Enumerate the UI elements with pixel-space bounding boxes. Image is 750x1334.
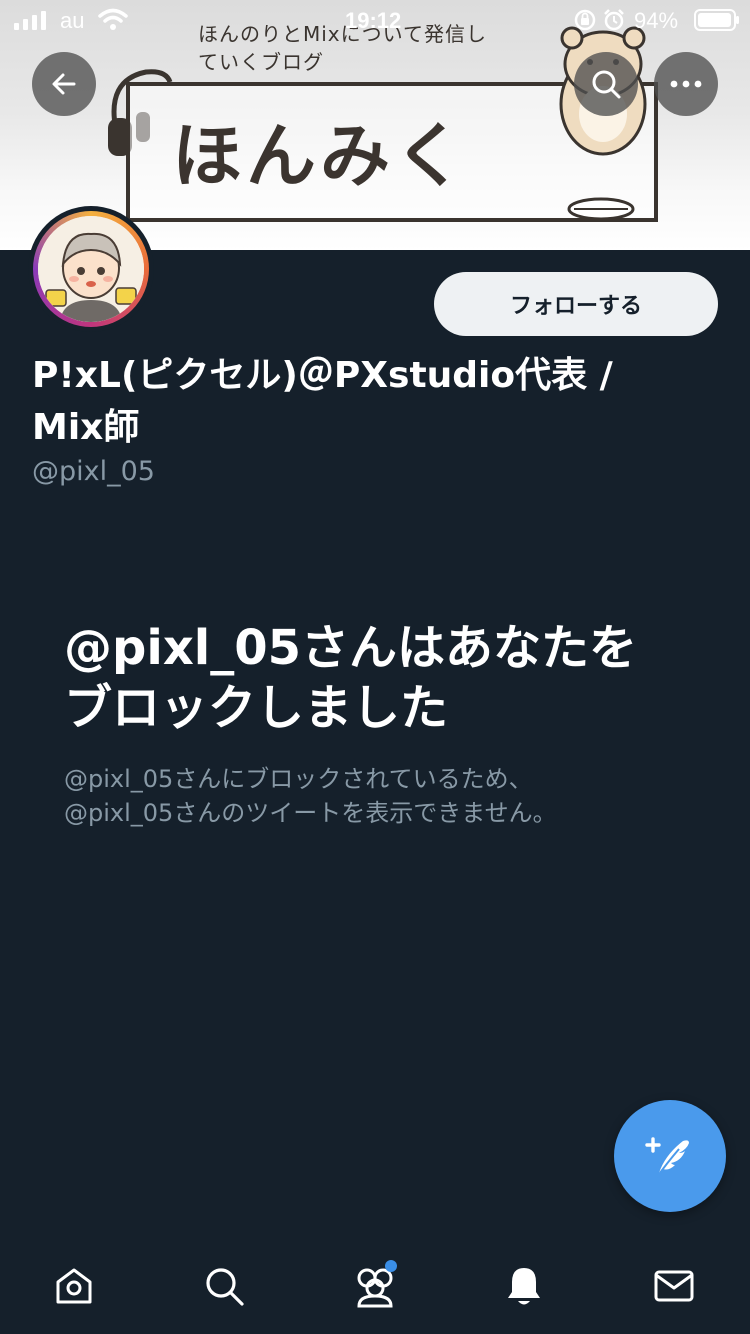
alarm-icon: [604, 9, 624, 31]
battery-icon: [694, 9, 739, 31]
tab-home[interactable]: [44, 1258, 104, 1314]
bottom-tab-bar: [0, 1236, 750, 1334]
tab-messages[interactable]: [644, 1258, 704, 1314]
compose-tweet-button[interactable]: [614, 1100, 726, 1212]
more-options-button[interactable]: [654, 52, 718, 116]
tab-notifications[interactable]: [494, 1258, 554, 1314]
blocked-title: @pixl_05さんはあなたをブロックしました: [64, 620, 638, 736]
orientation-lock-icon: [574, 9, 596, 31]
back-button[interactable]: [32, 52, 96, 116]
pillow-illustration: [567, 197, 635, 221]
blocked-description: @pixl_05さんにブロックされているため、 @pixl_05さんのツイートを…: [64, 762, 684, 830]
battery-percent: 94%: [634, 8, 679, 33]
cellular-signal-icon: [14, 11, 46, 30]
avatar-image: [38, 216, 144, 322]
tab-communities[interactable]: [345, 1258, 405, 1314]
carrier-label: au: [60, 8, 85, 33]
blocked-description-line2: @pixl_05さんのツイートを表示できません。: [64, 799, 557, 827]
avatar-gradient-ring: [33, 211, 149, 327]
search-icon: [206, 1268, 244, 1306]
wifi-icon: [98, 8, 128, 30]
status-bar: au 19:12 94%: [0, 0, 750, 40]
more-dots-icon: [670, 80, 702, 88]
search-icon: [592, 70, 621, 99]
follow-button[interactable]: フォローする: [434, 272, 718, 336]
profile-page: ほんのりとMixについて発信していくブログ ほんみく au 19:12 94% …: [0, 0, 750, 1334]
home-icon: [56, 1268, 92, 1304]
clock-time: 19:12: [345, 8, 402, 33]
bell-icon: [508, 1268, 540, 1305]
banner-title: ほんみく: [172, 115, 468, 197]
back-arrow-icon: [52, 73, 76, 95]
tab-search[interactable]: [194, 1258, 254, 1314]
blocked-description-line1: @pixl_05さんにブロックされているため、: [64, 765, 533, 793]
compose-feather-icon: [645, 1137, 689, 1178]
avatar[interactable]: [28, 206, 154, 332]
mail-icon: [654, 1270, 694, 1302]
profile-display-name: P!xL(ピクセル)＠PXstudio代表 / Mix師: [32, 355, 613, 448]
profile-handle: @pixl_05: [32, 456, 155, 487]
avatar-illustration: [38, 216, 144, 322]
new-activity-badge: [385, 1260, 397, 1272]
search-button[interactable]: [574, 52, 638, 116]
